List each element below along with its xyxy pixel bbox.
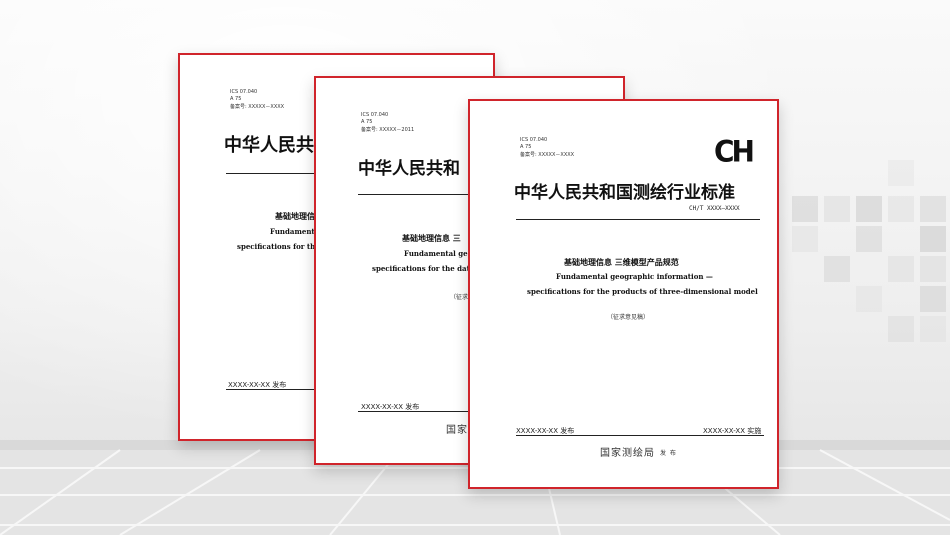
record-number: 备案号: XXXXX－2011: [361, 126, 415, 133]
subtitle-english-2: specifications for the products of three…: [527, 287, 758, 296]
deco-square: [792, 196, 818, 222]
deco-square: [888, 196, 914, 222]
deco-square: [856, 226, 882, 252]
document-title: 中华人民共: [224, 135, 314, 156]
document-front: ICS 07.040 A 75 备案号: XXXXX－XXXX CH 中华人民共…: [468, 99, 779, 489]
subtitle-chinese: 基础地理信息 三: [402, 234, 461, 243]
deco-square: [824, 196, 850, 222]
deco-square: [856, 196, 882, 222]
document-title: 中华人民共和国测绘行业标准: [514, 183, 735, 203]
draft-label: （征求: [450, 294, 469, 301]
class-code: A 75: [520, 144, 532, 151]
deco-square: [920, 196, 946, 222]
subtitle-chinese: 基础地理信息 三维模型产品规范: [564, 258, 679, 267]
deco-square: [920, 316, 946, 342]
deco-square: [792, 226, 818, 252]
issuer-suffix: 发 布: [660, 450, 677, 457]
class-code: A 75: [361, 119, 373, 126]
deco-square: [888, 256, 914, 282]
deco-square: [920, 286, 946, 312]
issuer-name: 国家: [446, 425, 468, 436]
deco-square: [920, 226, 946, 252]
presentation-slide: ICS 07.040 A 75 备案号: XXXXX－XXXX 中华人民共 基础…: [0, 0, 950, 535]
deco-square: [824, 256, 850, 282]
ch-logo: CH: [714, 134, 755, 169]
bottom-rule: [516, 435, 764, 436]
deco-square: [888, 160, 914, 186]
deco-square: [888, 316, 914, 342]
class-code: A 75: [230, 96, 242, 103]
standard-number: CH/T XXXX—XXXX: [689, 205, 740, 212]
ics-code: ICS 07.040: [520, 137, 548, 143]
ics-code: ICS 07.040: [361, 112, 389, 118]
deco-square: [856, 286, 882, 312]
document-meta: ICS 07.040 A 75 备案号: XXXXX－XXXX: [520, 137, 574, 159]
draft-label: （征求意见稿）: [607, 314, 650, 321]
subtitle-chinese: 基础地理信: [275, 212, 315, 221]
subtitle-english-1: Fundamental geographic information —: [556, 272, 713, 281]
ics-code: ICS 07.040: [230, 89, 258, 95]
document-meta: ICS 07.040 A 75 备案号: XXXXX－XXXX: [230, 89, 284, 111]
subtitle-english-2: specifications for the datab: [372, 264, 480, 273]
subtitle-english-1: Fundamenta: [270, 227, 320, 236]
title-rule: [516, 219, 760, 220]
record-number: 备案号: XXXXX－XXXX: [520, 151, 575, 158]
record-number: 备案号: XXXXX－XXXX: [230, 103, 285, 110]
issuer-name: 国家测绘局: [600, 448, 655, 459]
deco-square: [920, 256, 946, 282]
document-meta: ICS 07.040 A 75 备案号: XXXXX－2011: [361, 112, 414, 134]
document-title: 中华人民共和: [358, 159, 460, 179]
